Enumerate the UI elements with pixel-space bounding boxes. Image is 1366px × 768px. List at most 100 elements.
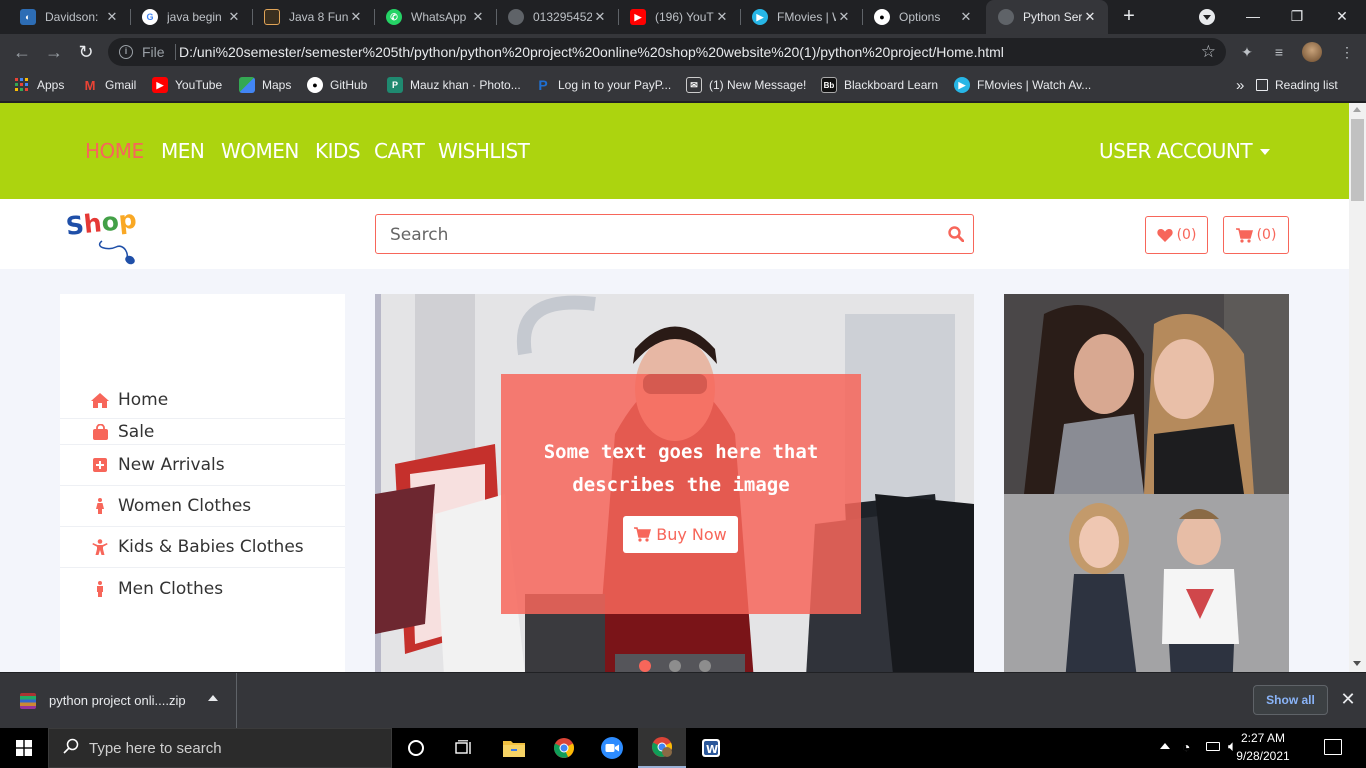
- scroll-up-icon[interactable]: [1353, 107, 1361, 112]
- nav-home[interactable]: HOME: [85, 139, 144, 163]
- category-sale[interactable]: Sale: [60, 419, 345, 445]
- tab-python-active[interactable]: Python Ser ✕: [986, 0, 1108, 34]
- user-account-dropdown[interactable]: USER ACCOUNT: [1099, 139, 1271, 163]
- zoom-icon[interactable]: [588, 728, 636, 768]
- tab-youtube[interactable]: ▶ (196) YouTu ✕: [618, 0, 740, 34]
- chevron-up-icon[interactable]: [1160, 743, 1170, 749]
- bookmark-paypal[interactable]: P Log in to your PayP...: [535, 70, 671, 100]
- back-icon[interactable]: ←: [12, 42, 32, 62]
- close-tab-icon[interactable]: ✕: [958, 9, 974, 25]
- close-tab-icon[interactable]: ✕: [836, 9, 852, 25]
- address-bar[interactable]: i File ☆: [108, 38, 1226, 66]
- tab-number[interactable]: 0132954524 ✕: [496, 0, 618, 34]
- page-scrollbar[interactable]: [1349, 103, 1366, 672]
- download-item[interactable]: python project onli....zip: [0, 673, 237, 728]
- show-all-button[interactable]: Show all: [1253, 685, 1328, 715]
- category-men-clothes[interactable]: Men Clothes: [60, 568, 345, 609]
- windows-start-icon[interactable]: [0, 728, 48, 768]
- bookmarks-overflow[interactable]: »: [1236, 70, 1244, 100]
- close-tab-icon[interactable]: ✕: [348, 9, 364, 25]
- bookmark-youtube[interactable]: ▶ YouTube: [152, 70, 222, 100]
- bookmark-maps[interactable]: Maps: [239, 70, 291, 100]
- task-view-icon[interactable]: [440, 728, 488, 768]
- profile-avatar[interactable]: [1302, 42, 1322, 62]
- battery-icon[interactable]: [1206, 742, 1220, 751]
- cart-button[interactable]: (0): [1223, 216, 1289, 254]
- tab-search-icon[interactable]: [1199, 9, 1215, 25]
- bookmark-github[interactable]: ● GitHub: [307, 70, 367, 100]
- close-tab-icon[interactable]: ✕: [714, 9, 730, 25]
- menu-kebab-icon[interactable]: ⋮: [1338, 43, 1356, 61]
- wishlist-button[interactable]: (0): [1145, 216, 1208, 254]
- close-tab-icon[interactable]: ✕: [592, 9, 608, 25]
- nav-men[interactable]: MEN: [161, 139, 205, 163]
- minimize-icon[interactable]: —: [1238, 6, 1268, 26]
- reload-icon[interactable]: ↻: [76, 42, 96, 62]
- nav-women[interactable]: WOMEN: [221, 139, 299, 163]
- clock-date[interactable]: 9/28/2021: [1225, 749, 1301, 763]
- bookmark-gmail[interactable]: M Gmail: [82, 70, 137, 100]
- file-explorer-icon[interactable]: [490, 728, 538, 768]
- reading-list[interactable]: Reading list: [1256, 70, 1338, 100]
- close-window-icon[interactable]: ✕: [1327, 6, 1357, 26]
- hero-caption-line: describes the image: [572, 474, 790, 496]
- bookmark-message[interactable]: ✉ (1) New Message!: [686, 70, 806, 100]
- bookmark-label: Log in to your PayP...: [558, 78, 672, 92]
- tab-java8[interactable]: Java 8 Func ✕: [252, 0, 374, 34]
- media-control-icon[interactable]: ≡: [1270, 43, 1288, 61]
- bookmark-apps[interactable]: Apps: [14, 70, 64, 100]
- nav-cart[interactable]: CART: [374, 139, 425, 163]
- tab-davidson[interactable]: ◐ Davidson: ✕: [8, 0, 130, 34]
- photo-icon: P: [387, 77, 403, 93]
- search-icon[interactable]: [948, 226, 964, 242]
- notifications-icon[interactable]: [1324, 739, 1342, 755]
- shop-logo[interactable]: Shop: [64, 205, 148, 265]
- scrollbar-thumb[interactable]: [1351, 119, 1364, 201]
- promo-women-image[interactable]: [1004, 294, 1289, 494]
- browser-tab-strip: ◐ Davidson: ✕ G java begin ✕ Java 8 Func…: [0, 0, 1366, 34]
- nav-kids[interactable]: KIDS: [315, 139, 361, 163]
- category-kids-babies[interactable]: Kids & Babies Clothes: [60, 527, 345, 568]
- bookmark-blackboard[interactable]: Bb Blackboard Learn: [821, 70, 938, 100]
- nav-wishlist[interactable]: WISHLIST: [438, 139, 530, 163]
- restore-icon[interactable]: ❐: [1282, 6, 1312, 26]
- close-tab-icon[interactable]: ✕: [104, 9, 120, 25]
- cortana-icon[interactable]: [392, 728, 440, 768]
- url-input[interactable]: [179, 41, 1179, 63]
- bookmark-fmovies[interactable]: ▶ FMovies | Watch Av...: [954, 70, 1091, 100]
- close-tab-icon[interactable]: ✕: [226, 9, 242, 25]
- extensions-icon[interactable]: ✦: [1238, 43, 1256, 61]
- word-icon[interactable]: W: [687, 728, 735, 768]
- bookmark-photo[interactable]: P Mauz khan · Photo...: [387, 70, 521, 100]
- info-icon[interactable]: i: [119, 45, 133, 59]
- new-tab-button[interactable]: +: [1118, 6, 1140, 28]
- close-tab-icon[interactable]: ✕: [1082, 9, 1098, 25]
- chevron-up-icon[interactable]: [208, 695, 218, 701]
- carousel-indicator[interactable]: [639, 660, 651, 672]
- category-new-arrivals[interactable]: New Arrivals: [60, 445, 345, 486]
- taskbar-search-box[interactable]: [48, 728, 392, 768]
- promo-kids-image[interactable]: [1004, 494, 1289, 672]
- carousel-indicator[interactable]: [699, 660, 711, 672]
- bookmark-star-icon[interactable]: ☆: [1201, 42, 1216, 62]
- forward-icon[interactable]: →: [44, 42, 64, 62]
- svg-text:Shop: Shop: [64, 205, 138, 241]
- search-input[interactable]: [390, 224, 930, 246]
- taskbar-search-input[interactable]: [89, 739, 369, 757]
- clock-time[interactable]: 2:27 AM: [1235, 731, 1291, 745]
- buy-now-button[interactable]: Buy Now: [623, 516, 738, 553]
- category-home[interactable]: Home: [60, 382, 345, 419]
- tab-fmovies[interactable]: ▶ FMovies | W ✕: [740, 0, 862, 34]
- tab-java-beginner[interactable]: G java begin ✕: [130, 0, 252, 34]
- chrome-profile-icon[interactable]: [638, 728, 686, 768]
- carousel-indicator[interactable]: [669, 660, 681, 672]
- chrome-icon[interactable]: [540, 728, 588, 768]
- close-icon[interactable]: ✕: [1338, 689, 1358, 709]
- tab-whatsapp[interactable]: ✆ WhatsApp ✕: [374, 0, 496, 34]
- category-women-clothes[interactable]: Women Clothes: [60, 486, 345, 527]
- download-shelf: python project onli....zip Show all ✕: [0, 672, 1366, 728]
- close-tab-icon[interactable]: ✕: [470, 9, 486, 25]
- scroll-down-icon[interactable]: [1353, 661, 1361, 666]
- network-icon[interactable]: ◔: [1182, 739, 1190, 755]
- tab-options[interactable]: ● Options ✕: [862, 0, 984, 34]
